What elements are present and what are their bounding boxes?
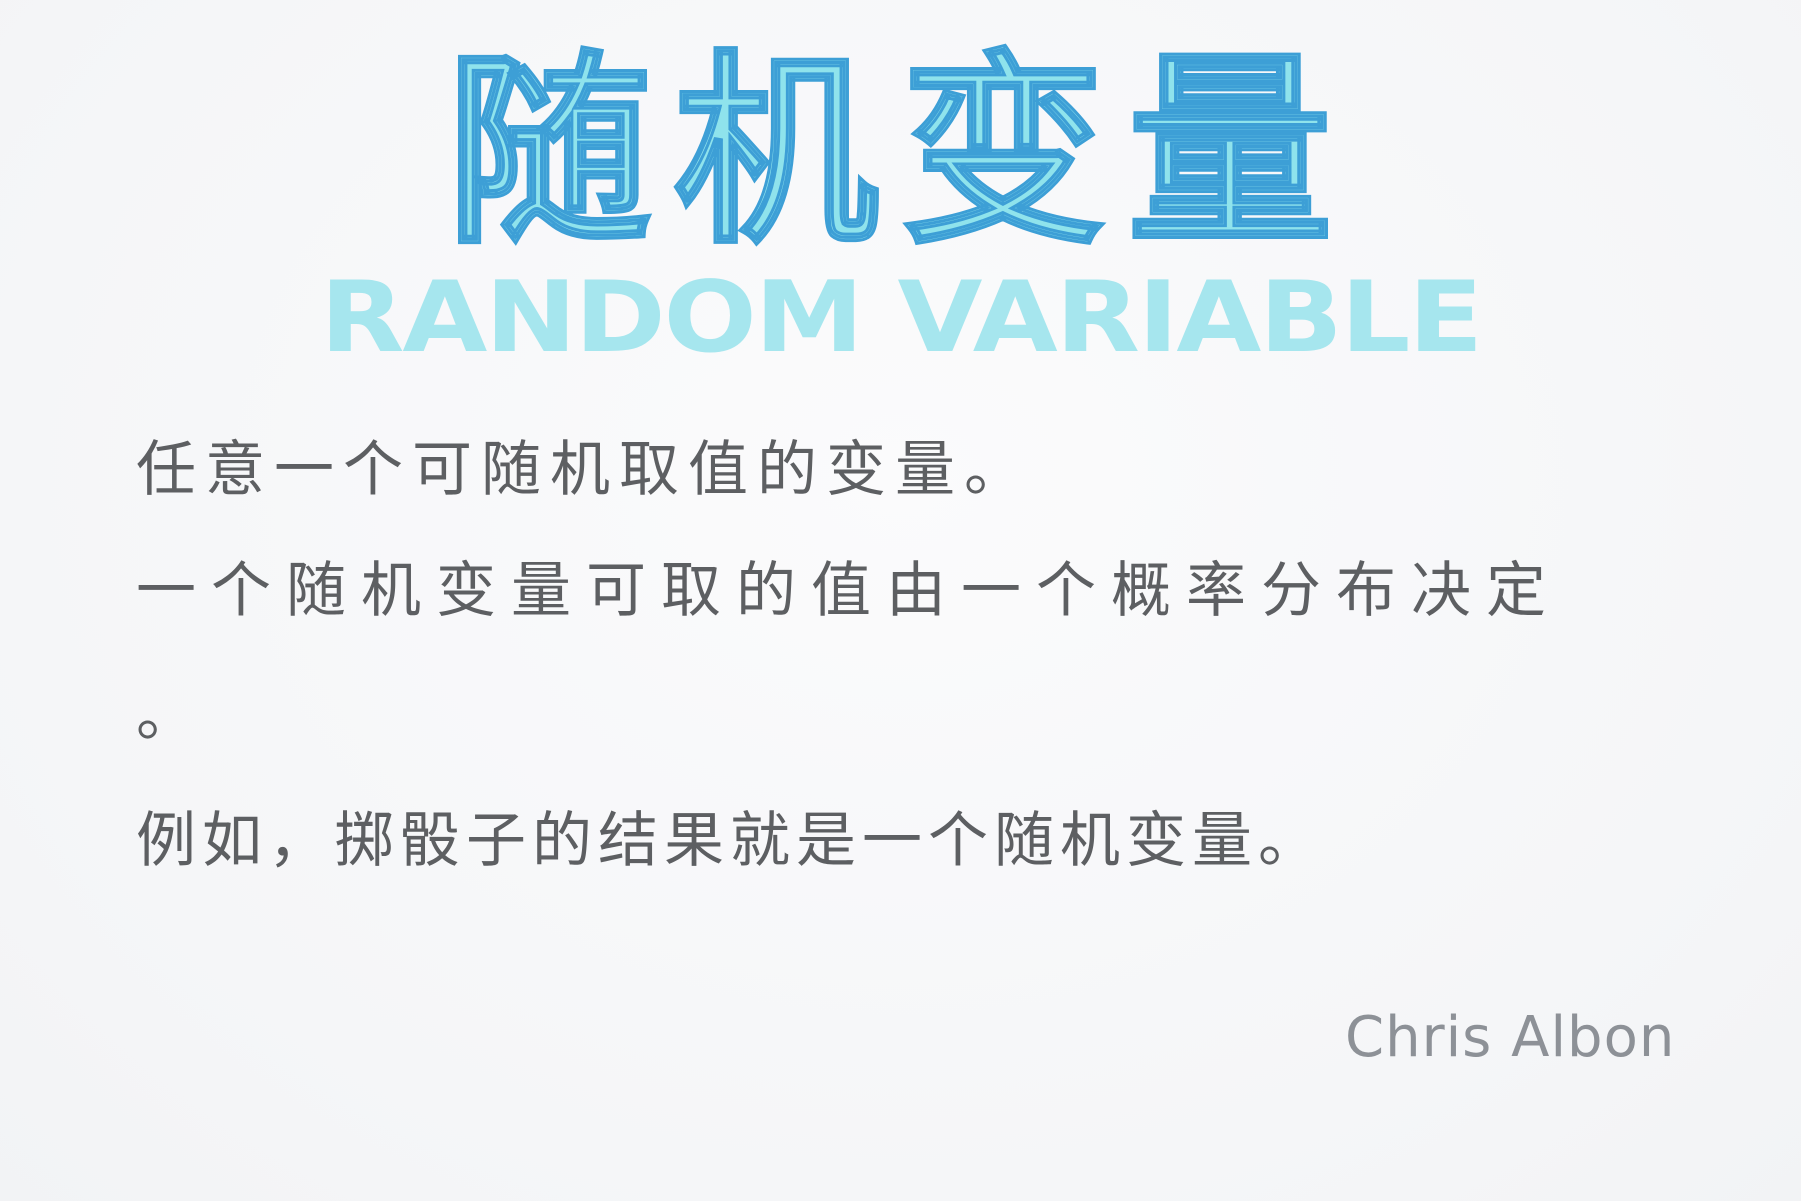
example-line: 例如，掷骰子的结果就是一个随机变量。 — [136, 806, 1324, 876]
definition-line-2: 一个随机变量可取的值由一个概率分布决定 — [136, 556, 1561, 626]
definition-line-3: 。 — [136, 680, 205, 750]
page-title: 随机变量 — [445, 34, 1355, 272]
page-subtitle: RANDOM VARIABLE — [320, 261, 1483, 375]
definition-line-1: 任意一个可随机取值的变量。 — [136, 435, 1033, 505]
page-canvas: 随机变量 RANDOM VARIABLE 任意一个可随机取值的变量。 一个随机变… — [0, 0, 1801, 1201]
author-signature: Chris Albon — [1345, 1005, 1676, 1070]
